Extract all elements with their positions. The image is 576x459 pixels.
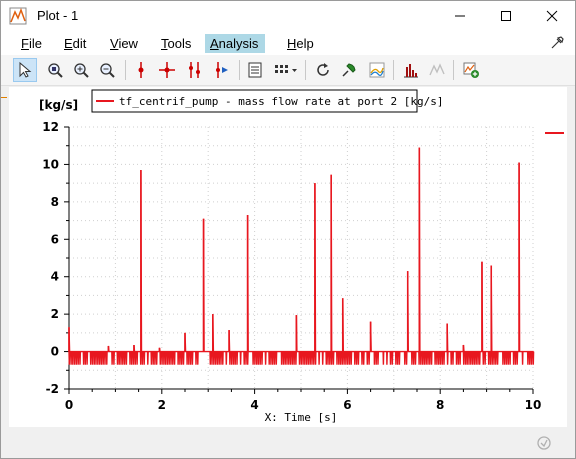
x-tick-label: 4 <box>250 398 258 412</box>
y-tick-label: -2 <box>46 382 59 396</box>
minimize-button[interactable] <box>437 1 483 31</box>
minimize-icon <box>455 15 465 17</box>
spectrum-icon <box>369 62 385 78</box>
legend: tf_centrif_pump - mass flow rate at port… <box>91 89 444 113</box>
series-layer <box>68 147 535 365</box>
marker-play-icon <box>216 62 228 78</box>
table-view-button[interactable] <box>243 58 267 82</box>
disabled-plot-icon <box>429 63 445 76</box>
histogram-button[interactable] <box>399 58 423 82</box>
y-axis-label: [kg/s] <box>39 98 78 112</box>
menu-help[interactable]: Help <box>281 34 320 53</box>
table-view-icon <box>248 62 262 78</box>
x-tick-label: 8 <box>436 398 444 412</box>
line-chart[interactable]: -2 0 2 4 6 8 10 12 0 2 4 6 8 10 [kg/s] X: Time [s] tf_ce… <box>9 87 567 427</box>
x-tick-label: 10 <box>525 398 542 412</box>
y-tick-label: 2 <box>51 307 59 321</box>
plot-area[interactable]: -2 0 2 4 6 8 10 12 0 2 4 6 8 10 [kg/s] X: Time [s] tf_ce… <box>9 87 567 427</box>
crosshair-button[interactable] <box>155 58 179 82</box>
plot-window: Plot - 1 File Edit View Tools Analysis H… <box>0 0 576 459</box>
marker-icon <box>138 62 144 78</box>
toolbar <box>1 55 575 86</box>
toolbar-separator <box>305 60 306 80</box>
toolbar-separator <box>239 60 240 80</box>
x-axis-label: X: Time [s] <box>265 411 338 424</box>
zoom-region-icon <box>48 63 63 78</box>
legend-label: tf_centrif_pump - mass flow rate at port… <box>119 95 444 108</box>
y-tick-label: 10 <box>42 157 59 171</box>
y-tick-label: 4 <box>51 270 59 284</box>
zoom-in-button[interactable] <box>69 58 93 82</box>
window-title: Plot - 1 <box>37 8 79 23</box>
menu-file[interactable]: File <box>15 34 48 53</box>
sync-icon[interactable] <box>535 434 553 452</box>
zoom-out-icon <box>100 63 115 78</box>
multi-marker-button[interactable] <box>183 58 207 82</box>
pin-plot-button[interactable] <box>337 58 361 82</box>
title-bar: Plot - 1 <box>1 1 575 31</box>
marker-button[interactable] <box>129 58 153 82</box>
pin-icon[interactable] <box>551 35 565 49</box>
multi-marker-icon <box>189 62 200 78</box>
status-bar <box>1 431 575 458</box>
grid-options-button[interactable] <box>271 58 301 82</box>
refresh-icon <box>317 63 329 76</box>
refresh-button[interactable] <box>311 58 335 82</box>
series-line <box>68 147 535 365</box>
toolbar-separator <box>453 60 454 80</box>
splitter-marker <box>1 97 7 98</box>
zoom-out-button[interactable] <box>95 58 119 82</box>
y-tick-label: 0 <box>51 345 59 359</box>
x-tick-label: 0 <box>65 398 73 412</box>
zoom-in-icon <box>74 63 89 78</box>
toolbar-separator <box>393 60 394 80</box>
menu-bar: File Edit View Tools Analysis Help <box>1 31 575 55</box>
spectrum-button[interactable] <box>365 58 389 82</box>
marker-play-button[interactable] <box>209 58 233 82</box>
maximize-button[interactable] <box>483 1 529 31</box>
cursor-icon <box>19 61 32 78</box>
menu-tools[interactable]: Tools <box>155 34 197 53</box>
toolbar-separator <box>125 60 126 80</box>
add-plot-button[interactable] <box>459 58 483 82</box>
add-plot-icon <box>463 62 479 78</box>
labels: -2 0 2 4 6 8 10 12 0 2 4 6 8 10 [kg/s] X: Time [s] tf_ce… <box>39 89 564 424</box>
menu-edit[interactable]: Edit <box>58 34 92 53</box>
plot-app-icon <box>9 7 27 25</box>
maximize-icon <box>501 11 511 21</box>
x-tick-label: 2 <box>158 398 166 412</box>
pin-icon <box>342 63 356 77</box>
y-tick-label: 8 <box>51 195 59 209</box>
menu-view[interactable]: View <box>104 34 144 53</box>
close-button[interactable] <box>529 1 575 31</box>
zoom-region-button[interactable] <box>43 58 67 82</box>
crosshair-icon <box>159 62 175 78</box>
x-tick-label: 6 <box>343 398 351 412</box>
grid-options-icon <box>275 65 297 73</box>
menu-analysis[interactable]: Analysis <box>205 34 265 53</box>
y-tick-label: 12 <box>42 120 59 134</box>
disabled-plot-button[interactable] <box>425 58 449 82</box>
cursor-tool-button[interactable] <box>13 58 37 82</box>
close-icon <box>546 10 558 22</box>
y-tick-label: 6 <box>51 232 59 246</box>
histogram-icon <box>404 64 418 78</box>
